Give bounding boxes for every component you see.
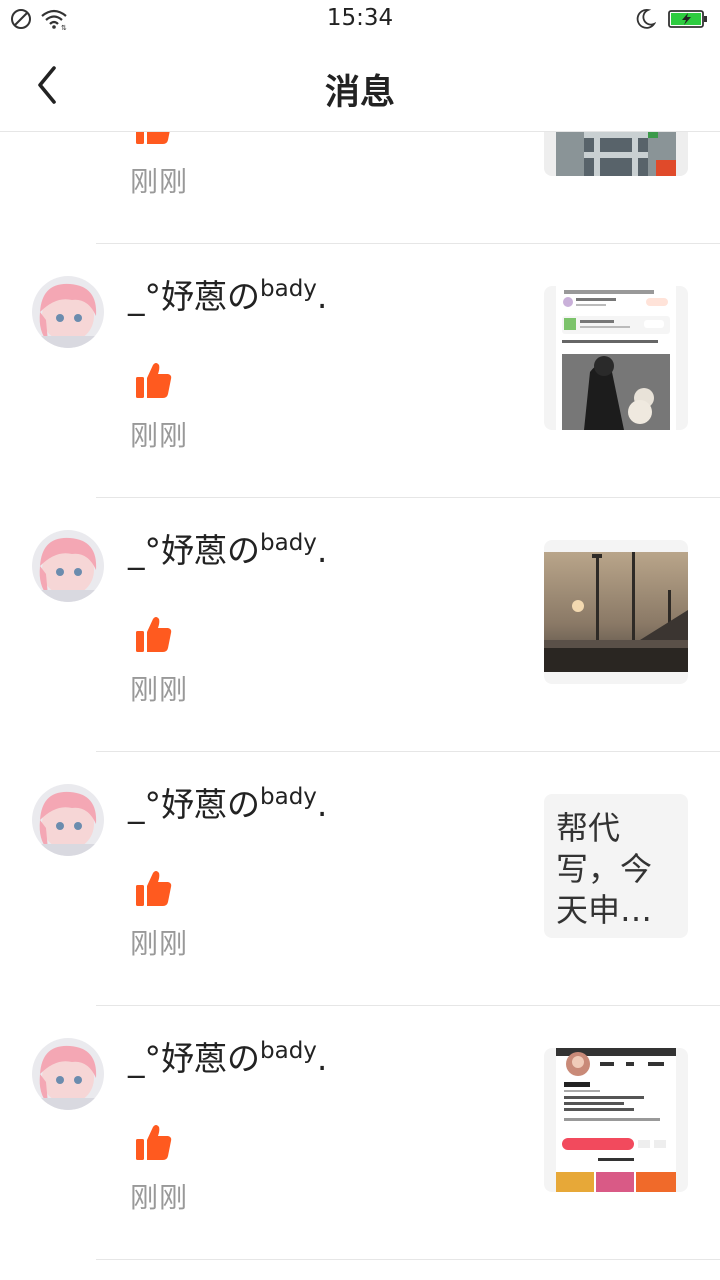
thumbs-up-icon xyxy=(136,132,170,144)
time-label: 刚刚 xyxy=(130,1181,189,1214)
username[interactable]: _°妤蒽のbady. xyxy=(128,270,327,318)
avatar-image xyxy=(32,784,104,856)
username[interactable]: _°妤蒽のbady. xyxy=(128,524,327,572)
like-icon xyxy=(134,616,174,654)
avatar[interactable] xyxy=(32,784,104,856)
profile-screenshot-image xyxy=(556,1048,676,1192)
avatar[interactable] xyxy=(32,276,104,348)
nav-bar: 消息 xyxy=(0,40,720,132)
avatar[interactable] xyxy=(32,1038,104,1110)
post-thumbnail[interactable] xyxy=(544,286,688,430)
time-label: 刚刚 xyxy=(130,927,189,960)
status-time: 15:34 xyxy=(326,5,394,31)
list-item[interactable]: 刚刚 xyxy=(0,132,720,244)
page-title: 消息 xyxy=(324,73,395,113)
post-thumbnail[interactable] xyxy=(544,1048,688,1192)
like-icon xyxy=(134,362,174,400)
avatar-image xyxy=(32,1038,104,1110)
sunset-photo-image xyxy=(544,552,688,672)
like-icon xyxy=(134,1124,174,1162)
time-label: 刚刚 xyxy=(130,673,189,706)
feed-screenshot-image xyxy=(556,286,676,430)
post-thumbnail[interactable]: 帮代写，今天申… xyxy=(544,794,688,938)
username[interactable]: _°妤蒽のbady. xyxy=(128,778,327,826)
game-screenshot-image xyxy=(556,132,676,176)
list-item[interactable]: _°妤蒽のbady. 刚刚 xyxy=(0,498,720,752)
list-item[interactable]: _°妤蒽のbady. 刚刚 xyxy=(0,1006,720,1260)
username[interactable]: _°妤蒽のbady. xyxy=(128,1032,327,1080)
list-item[interactable]: _°妤蒽のbady. 刚刚 帮代写，今天申… xyxy=(0,752,720,1006)
thumbs-up-icon xyxy=(136,363,172,398)
list-item[interactable]: _°妤蒽のbady. 刚刚 xyxy=(0,244,720,498)
thumbs-up-icon xyxy=(136,1125,172,1160)
like-icon xyxy=(134,870,174,908)
avatar[interactable] xyxy=(32,530,104,602)
post-thumbnail[interactable] xyxy=(544,540,688,684)
thumbs-up-icon xyxy=(136,871,172,906)
moon-icon xyxy=(636,9,656,29)
post-thumbnail[interactable] xyxy=(544,132,688,176)
thumbs-up-icon xyxy=(136,617,172,652)
avatar-image xyxy=(32,276,104,348)
time-label: 刚刚 xyxy=(130,165,189,198)
time-label: 刚刚 xyxy=(130,419,189,452)
like-icon xyxy=(134,132,174,146)
status-bar: ⇅ 15:34 xyxy=(0,0,720,40)
thumbnail-text: 帮代写，今天申… xyxy=(556,809,653,929)
divider xyxy=(96,1259,720,1260)
battery-charging-icon xyxy=(668,10,707,28)
avatar-image xyxy=(32,530,104,602)
status-right-icons xyxy=(634,8,708,30)
message-list[interactable]: 刚刚 _°妤蒽のbady. 刚刚 _°妤蒽のbady. 刚刚 _°妤蒽のbady… xyxy=(0,132,720,1280)
